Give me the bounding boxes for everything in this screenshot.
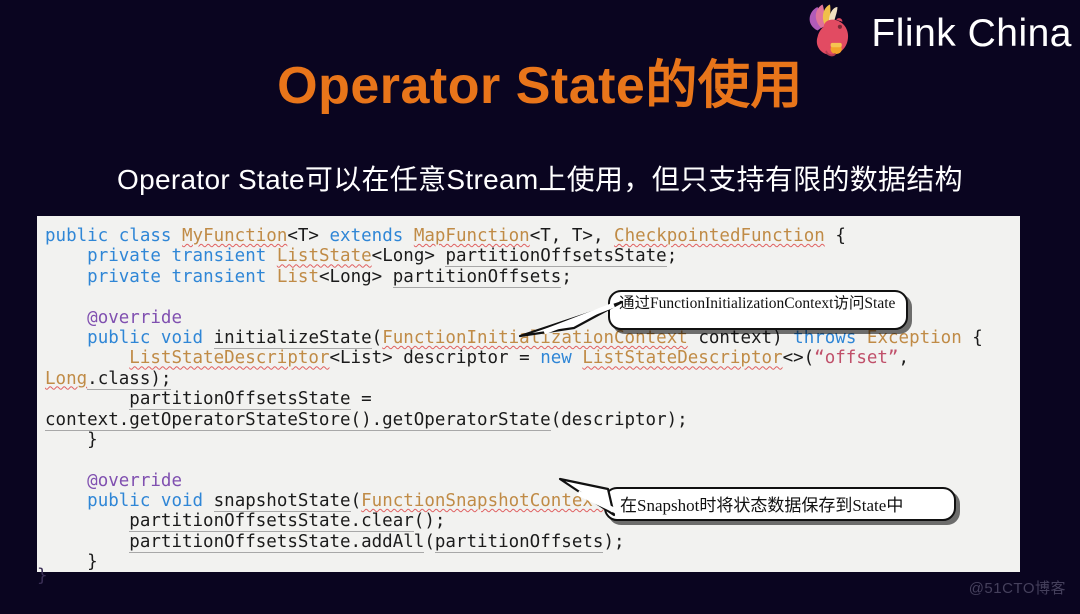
flink-squirrel-logo-icon [810, 4, 849, 57]
callout-text: 通过FunctionInitializationContext访问State [619, 295, 896, 312]
page-title: Operator State的使用 [277, 57, 803, 115]
code-line: ListStateDescriptor<List> descriptor = n… [129, 348, 910, 369]
code-line: Long.class); [45, 368, 172, 390]
callout-initialize-state: 通过FunctionInitializationContext访问State [518, 290, 908, 338]
code-line: partitionOffsetsState = [129, 389, 372, 411]
code-line: private transient ListState<Long> partit… [87, 246, 678, 268]
brand-name: Flink China [871, 11, 1072, 55]
code-clipped-brace: } [37, 566, 48, 586]
code-line: } [87, 429, 98, 450]
code-line: partitionOffsetsState.addAll(partitionOf… [129, 531, 625, 553]
callout-tail-icon [518, 300, 624, 338]
code-line: context.getOperatorStateStore().getOpera… [45, 409, 688, 431]
watermark: @51CTO博客 [968, 580, 1066, 597]
callout-text: 在Snapshot时将状态数据保存到State中 [620, 496, 904, 515]
code-line: private transient List<Long> partitionOf… [87, 266, 572, 288]
brand-logo: Flink China [799, 2, 1072, 64]
callout-snapshot-state: 在Snapshot时将状态数据保存到State中 [558, 477, 956, 521]
code-line: public class MyFunction<T> extends MapFu… [45, 226, 846, 246]
slide: Flink China Operator State的使用 Operator S… [0, 0, 1080, 614]
page-subtitle: Operator State可以在任意Stream上使用，但只支持有限的数据结构 [117, 164, 963, 195]
callout-tail-icon [558, 477, 618, 517]
